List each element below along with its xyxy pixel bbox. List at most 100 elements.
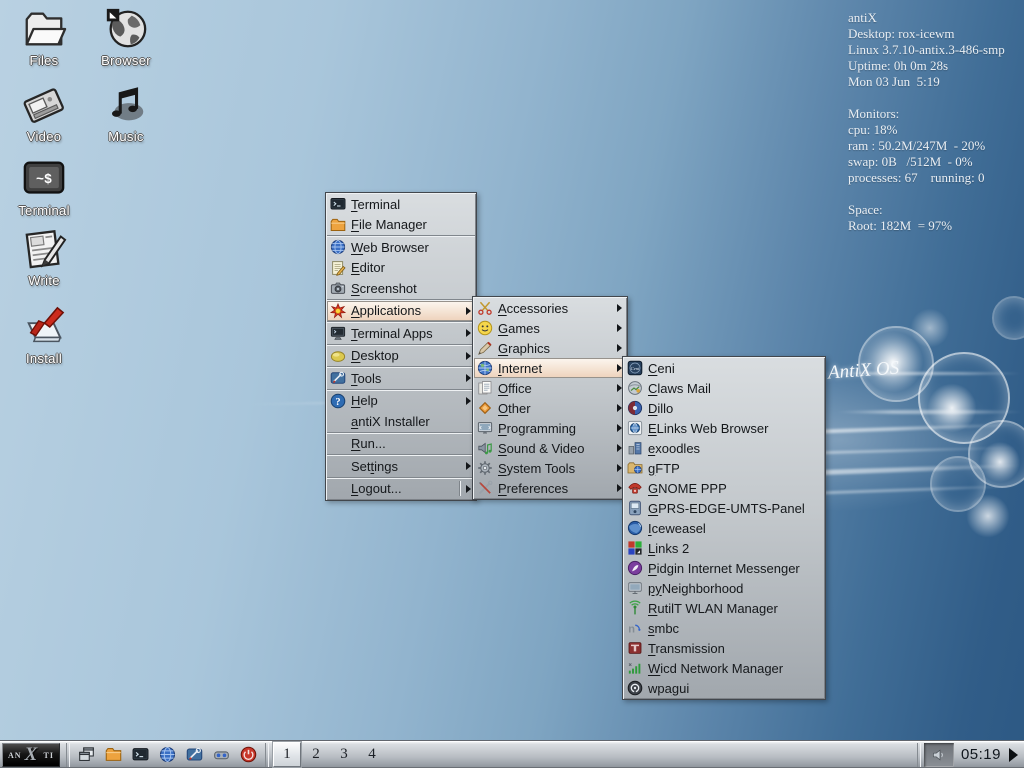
menu-item-internet[interactable]: Internet	[474, 358, 626, 378]
menu-item-terminal[interactable]: Terminal	[327, 194, 475, 215]
programming-icon	[477, 420, 493, 436]
menu-item-gftp[interactable]: gFTP	[624, 458, 824, 478]
start-button-text-right: TI	[43, 750, 54, 760]
menu-item-label: smbc	[648, 620, 680, 636]
video-icon	[21, 82, 67, 128]
desktop-icon-files[interactable]: Files	[6, 6, 82, 68]
links2-icon	[627, 540, 643, 556]
menu-item-wpagui[interactable]: wpagui	[624, 678, 824, 698]
system-info-line: Uptime: 0h 0m 28s	[848, 58, 949, 73]
exoodles-icon	[627, 440, 643, 456]
system-info-line: Desktop: rox-icewm	[848, 26, 955, 41]
file-manager-icon	[105, 746, 122, 763]
menu-item-system-tools[interactable]: System Tools	[474, 458, 626, 478]
desktop-icon-label: Write	[28, 273, 60, 288]
dillo-icon	[627, 400, 643, 416]
menu-item-label: Preferences	[498, 480, 569, 496]
icon-placeholder	[330, 436, 346, 452]
desktop-icon-install[interactable]: Install	[6, 304, 82, 366]
svg-text:n: n	[628, 624, 635, 636]
terminal-desktop-icon: ~$	[21, 156, 67, 202]
system-info-line: cpu: 18%	[848, 122, 898, 137]
menu-item-iceweasel[interactable]: Iceweasel	[624, 518, 824, 538]
menu-item-terminal-apps[interactable]: Terminal Apps	[327, 323, 475, 344]
terminal-apps-icon	[330, 325, 346, 341]
logout-icon	[240, 746, 257, 763]
menu-item-desktop[interactable]: Desktop	[327, 346, 475, 367]
sound-video-icon	[477, 440, 493, 456]
submenu-arrow-icon	[466, 351, 471, 360]
menu-item-logout[interactable]: Logout...	[327, 479, 475, 500]
workspace-button-4[interactable]: 4	[359, 743, 385, 766]
icon-placeholder	[330, 481, 346, 497]
icon-placeholder	[330, 458, 346, 474]
window-list-button[interactable]	[73, 743, 100, 767]
menu-item-pyneighborhood[interactable]: pyNeighborhood	[624, 578, 824, 598]
logout-button[interactable]	[235, 743, 262, 767]
menu-item-help[interactable]: ? Help	[327, 391, 475, 412]
menu-item-graphics[interactable]: Graphics	[474, 338, 626, 358]
menu-item-ceni[interactable]: Ceni Ceni	[624, 358, 824, 378]
menu-item-smbc[interactable]: n smbc	[624, 618, 824, 638]
start-menu-button[interactable]: AN X TI	[2, 742, 60, 767]
desktop-icon-write[interactable]: Write	[6, 226, 82, 288]
menu-item-dillo[interactable]: Dillo	[624, 398, 824, 418]
workspace-button-1[interactable]: 1	[273, 742, 301, 767]
menu-item-file-manager[interactable]: File Manager	[327, 215, 475, 236]
svg-text:?: ?	[335, 397, 340, 408]
devices-button[interactable]	[208, 743, 235, 767]
menu-item-label: Games	[498, 320, 540, 336]
menu-item-pidgin-internet-messenger[interactable]: Pidgin Internet Messenger	[624, 558, 824, 578]
workspace-button-2[interactable]: 2	[303, 743, 329, 766]
menu-item-transmission[interactable]: Transmission	[624, 638, 824, 658]
menu-item-accessories[interactable]: Accessories	[474, 298, 626, 318]
menu-item-screenshot[interactable]: Screenshot	[327, 278, 475, 299]
desktop-icon-terminal[interactable]: ~$ Terminal	[6, 156, 82, 218]
menu-item-links-2[interactable]: Links 2	[624, 538, 824, 558]
accessories-icon	[477, 300, 493, 316]
desktop-icon-browser[interactable]: Browser	[88, 6, 164, 68]
menu-item-wicd-network-manager[interactable]: Wicd Network Manager	[624, 658, 824, 678]
menu-item-gnome-ppp[interactable]: GNOME PPP	[624, 478, 824, 498]
tools-icon	[186, 746, 203, 763]
file-manager-button[interactable]	[100, 743, 127, 767]
menu-item-exoodles[interactable]: exoodles	[624, 438, 824, 458]
volume-control[interactable]	[923, 742, 954, 767]
claws-mail-icon	[627, 380, 643, 396]
menu-item-preferences[interactable]: Preferences	[474, 478, 626, 498]
desktop-icon-label: Video	[26, 129, 62, 144]
desktop-icon-label: Files	[29, 53, 59, 68]
menu-item-gprs-edge-umts-panel[interactable]: GPRS-EDGE-UMTS-Panel	[624, 498, 824, 518]
menu-item-office[interactable]: Office	[474, 378, 626, 398]
menu-item-tools[interactable]: Tools	[327, 368, 475, 389]
menu-item-applications[interactable]: Applications	[327, 300, 475, 321]
menu-item-label: Terminal	[351, 196, 401, 212]
menu-item-claws-mail[interactable]: Claws Mail	[624, 378, 824, 398]
terminal-button[interactable]	[127, 743, 154, 767]
menu-item-label: Programming	[498, 420, 577, 436]
menu-item-settings[interactable]: Settings	[327, 456, 475, 477]
tools-button[interactable]	[181, 743, 208, 767]
taskbar-clock: 05:19	[960, 746, 1001, 763]
menu-item-other[interactable]: Other	[474, 398, 626, 418]
ceni-icon: Ceni	[627, 360, 643, 376]
desktop-icon-video[interactable]: Video	[6, 82, 82, 144]
menu-item-rutilt-wlan-manager[interactable]: RutilT WLAN Manager	[624, 598, 824, 618]
menu-item-label: Internet	[498, 360, 543, 376]
menu-item-label: Help	[351, 393, 378, 409]
desktop-icon-music[interactable]: Music	[88, 82, 164, 144]
menu-item-programming[interactable]: Programming	[474, 418, 626, 438]
menu-item-elinks-web-browser[interactable]: ELinks Web Browser	[624, 418, 824, 438]
web-browser-button[interactable]	[154, 743, 181, 767]
menu-item-label: Links 2	[648, 540, 690, 556]
menu-item-antix-installer[interactable]: antiX Installer	[327, 411, 475, 432]
pidgin-icon	[627, 560, 643, 576]
right-arrow-icon[interactable]	[1009, 747, 1018, 762]
menu-item-run[interactable]: Run...	[327, 434, 475, 455]
menu-item-sound-video[interactable]: Sound & Video	[474, 438, 626, 458]
menu-item-games[interactable]: Games	[474, 318, 626, 338]
menu-item-editor[interactable]: Editor	[327, 258, 475, 279]
menu-item-web-browser[interactable]: Web Browser	[327, 237, 475, 258]
workspace-button-3[interactable]: 3	[331, 743, 357, 766]
antix-logo: X	[24, 744, 38, 765]
